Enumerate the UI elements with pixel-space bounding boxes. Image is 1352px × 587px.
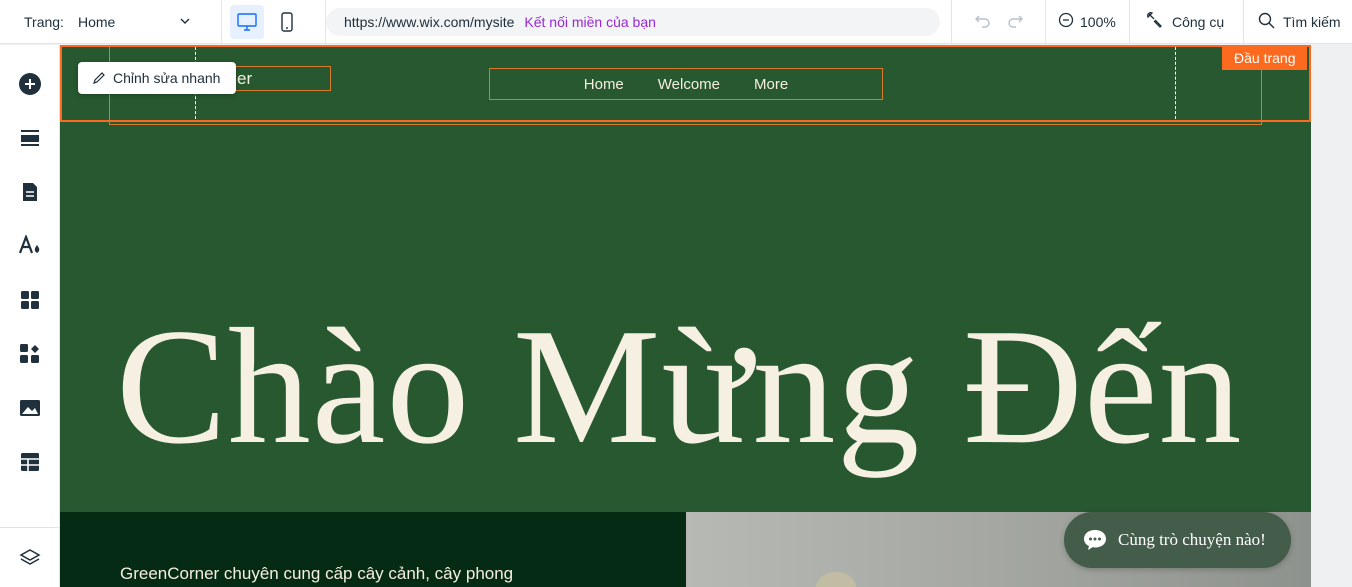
search-button[interactable]: Tìm kiếm <box>1244 0 1341 44</box>
media-icon <box>20 400 40 416</box>
media-button[interactable] <box>18 396 42 420</box>
layers-icon <box>19 549 41 565</box>
zoom-control[interactable]: 100% <box>1046 0 1130 44</box>
pages-icon <box>23 183 37 201</box>
design-icon <box>18 235 40 254</box>
desktop-icon <box>237 12 257 31</box>
site-url: https://www.wix.com/mysite <box>344 13 515 30</box>
header-selection[interactable] <box>60 45 1311 122</box>
chevron-down-icon <box>179 14 191 30</box>
hero-title[interactable]: Chào Mừng Đến <box>116 303 1243 469</box>
search-icon <box>1258 12 1275 32</box>
page-selector[interactable]: Trang: Home <box>0 0 222 44</box>
redo-icon[interactable] <box>1006 12 1024 31</box>
connect-domain-link[interactable]: Kết nối miền của bạn <box>524 14 656 30</box>
intro-strip: GreenCorner chuyên cung cấp cây cảnh, câ… <box>60 512 686 587</box>
app-market-button[interactable] <box>18 342 42 366</box>
page-value: Home <box>77 13 116 30</box>
site-canvas[interactable]: er Home Welcome More Chỉnh sửa nhanh Đầu… <box>60 45 1311 587</box>
header-tag[interactable]: Đầu trang <box>1222 45 1308 70</box>
quick-edit-label: Chỉnh sửa nhanh <box>113 70 221 86</box>
sections-icon <box>21 130 39 146</box>
canvas-gutter <box>1311 45 1352 587</box>
mobile-view-button[interactable] <box>270 5 304 39</box>
page-label: Trang: <box>24 13 64 30</box>
mobile-icon <box>281 11 293 32</box>
add-elements-button[interactable] <box>18 72 42 96</box>
sections-button[interactable] <box>18 126 42 150</box>
design-button[interactable] <box>18 234 42 258</box>
tools-label: Công cụ <box>1172 13 1225 30</box>
app-market-icon <box>20 344 39 363</box>
zoom-out-icon <box>1058 12 1074 31</box>
search-label: Tìm kiếm <box>1283 13 1341 30</box>
wrench-icon <box>1146 11 1164 32</box>
cms-button[interactable] <box>18 450 42 474</box>
layers-button[interactable] <box>18 546 42 570</box>
intro-text[interactable]: GreenCorner chuyên cung cấp cây cảnh, câ… <box>120 564 513 584</box>
left-sidebar <box>0 45 60 587</box>
add-icon <box>19 73 41 95</box>
chat-widget-button[interactable]: Cùng trò chuyện nào! <box>1064 512 1291 568</box>
pencil-icon <box>93 72 105 84</box>
sidebar-divider <box>0 527 60 528</box>
apps-button[interactable] <box>18 288 42 312</box>
device-switcher <box>222 0 326 44</box>
pages-button[interactable] <box>18 180 42 204</box>
url-bar[interactable]: https://www.wix.com/mysite Kết nối miền … <box>326 7 940 36</box>
top-bar: Trang: Home https://www.wix.com/mysite K… <box>0 0 1352 44</box>
chat-label: Cùng trò chuyện nào! <box>1118 530 1266 549</box>
desktop-view-button[interactable] <box>230 4 264 39</box>
tools-button[interactable]: Công cụ <box>1130 0 1244 44</box>
zoom-level: 100% <box>1080 13 1116 30</box>
undo-redo <box>952 0 1046 44</box>
url-area: https://www.wix.com/mysite Kết nối miền … <box>326 0 952 44</box>
apps-icon <box>21 291 39 309</box>
cms-icon <box>21 453 39 471</box>
image-detail <box>816 572 856 587</box>
chat-bubble-icon <box>1084 530 1106 550</box>
quick-edit-button[interactable]: Chỉnh sửa nhanh <box>78 62 237 94</box>
undo-icon[interactable] <box>974 12 992 31</box>
